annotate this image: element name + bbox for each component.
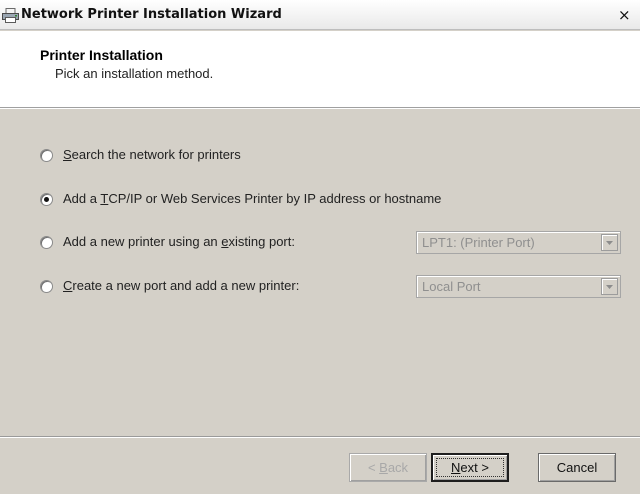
window-title: Network Printer Installation Wizard <box>21 7 282 22</box>
existing-port-value: LPT1: (Printer Port) <box>422 235 535 250</box>
page-subtitle: Pick an installation method. <box>55 66 214 81</box>
radio-new-port[interactable] <box>40 280 53 293</box>
existing-port-dropdown-button[interactable] <box>601 234 618 251</box>
wizard-window: Network Printer Installation Wizard × Pr… <box>0 0 640 494</box>
existing-port-dropdown[interactable]: LPT1: (Printer Port) <box>416 231 621 254</box>
radio-existing-port[interactable] <box>40 236 53 249</box>
port-type-dropdown[interactable]: Local Port <box>416 275 621 298</box>
back-button[interactable]: < Back <box>349 453 427 482</box>
radio-search-network[interactable] <box>40 149 53 162</box>
option-search-network-label: Search the network for printers <box>63 147 241 162</box>
cancel-button[interactable]: Cancel <box>538 453 616 482</box>
port-type-dropdown-button[interactable] <box>601 278 618 295</box>
wizard-header: Printer Installation Pick an installatio… <box>0 31 640 108</box>
next-button[interactable]: Next > <box>431 453 509 482</box>
port-type-value: Local Port <box>422 279 481 294</box>
close-icon[interactable]: × <box>618 6 640 26</box>
radio-tcpip-printer[interactable] <box>40 193 53 206</box>
option-tcpip-printer-label: Add a TCP/IP or Web Services Printer by … <box>63 191 442 206</box>
footer-divider <box>0 436 640 438</box>
focus-rectangle <box>436 458 504 477</box>
header-divider <box>0 108 640 109</box>
option-existing-port-label: Add a new printer using an existing port… <box>63 234 295 249</box>
title-bar[interactable]: Network Printer Installation Wizard × <box>0 0 640 30</box>
page-title: Printer Installation <box>40 47 163 63</box>
option-new-port-label: Create a new port and add a new printer: <box>63 278 300 293</box>
printer-icon <box>2 8 19 23</box>
